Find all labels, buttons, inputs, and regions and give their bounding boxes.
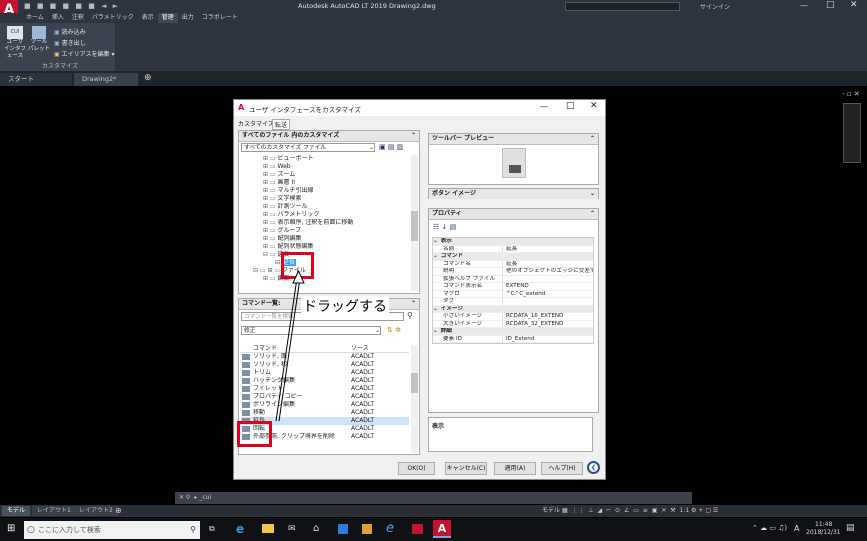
clock-time[interactable]: 11:48 — [815, 521, 832, 528]
autocad-taskbar-icon[interactable]: A — [433, 520, 451, 538]
notification-icon[interactable]: ▤ — [846, 523, 855, 533]
tab-layout2[interactable]: レイアウト2 — [74, 506, 118, 516]
status-bar[interactable]: モデル ▦ ⋮⋮ ⊥ ◢ ⌐ ⊙ ∠ ▭ ≡ ▣ ✕ ⚒ 1:1 ⚙ + ▢ ☰ — [530, 505, 867, 517]
command-text: _cui — [199, 494, 212, 501]
arrow-head — [292, 269, 305, 284]
status-model[interactable]: モデル — [530, 507, 560, 514]
explorer-icon[interactable] — [262, 524, 274, 533]
ime-indicator[interactable]: A — [794, 524, 799, 533]
recorder-icon[interactable] — [412, 524, 423, 534]
cortana-icon: ○ — [27, 525, 35, 535]
edge-icon[interactable]: e — [236, 522, 244, 536]
arrow-line-right — [278, 277, 301, 422]
ie-icon[interactable]: e — [386, 521, 394, 536]
add-layout-button[interactable]: ⊕ — [115, 506, 122, 515]
close-cmd-icon[interactable]: ✕ ⚲ — [175, 494, 194, 501]
mic-icon[interactable]: ⚲ — [190, 521, 196, 539]
taskview-icon[interactable]: ⧉ — [209, 524, 215, 534]
taskbar-search-input[interactable]: ○ ここに入力して検索 ⚲ — [24, 521, 200, 539]
status-icons-right[interactable]: ⚙ + ▢ ☰ — [691, 507, 718, 514]
arrow-line — [275, 277, 298, 422]
start-icon[interactable]: ⊞ — [7, 524, 15, 534]
clock-date[interactable]: 2018/12/31 — [806, 529, 841, 536]
annotation-scale[interactable]: 1:1 — [680, 507, 690, 514]
app-icon[interactable] — [338, 524, 348, 534]
media-icon[interactable] — [362, 524, 372, 534]
tab-model[interactable]: モデル — [2, 506, 31, 516]
drag-label: ドラッグする — [301, 296, 389, 316]
tab-layout1[interactable]: レイアウト1 — [32, 506, 76, 516]
drag-arrow — [275, 269, 305, 422]
store-icon[interactable]: ⌂ — [313, 523, 319, 534]
mail-icon[interactable]: ✉ — [288, 524, 296, 534]
tray-icons[interactable]: ⌃ ☁ ▭ ♫) — [752, 524, 787, 532]
status-icons[interactable]: ▦ ⋮⋮ ⊥ ◢ ⌐ ⊙ ∠ ▭ ≡ ▣ ✕ ⚒ — [562, 507, 680, 514]
command-line[interactable]: ✕ ⚲ ▸ _cui — [175, 492, 692, 504]
